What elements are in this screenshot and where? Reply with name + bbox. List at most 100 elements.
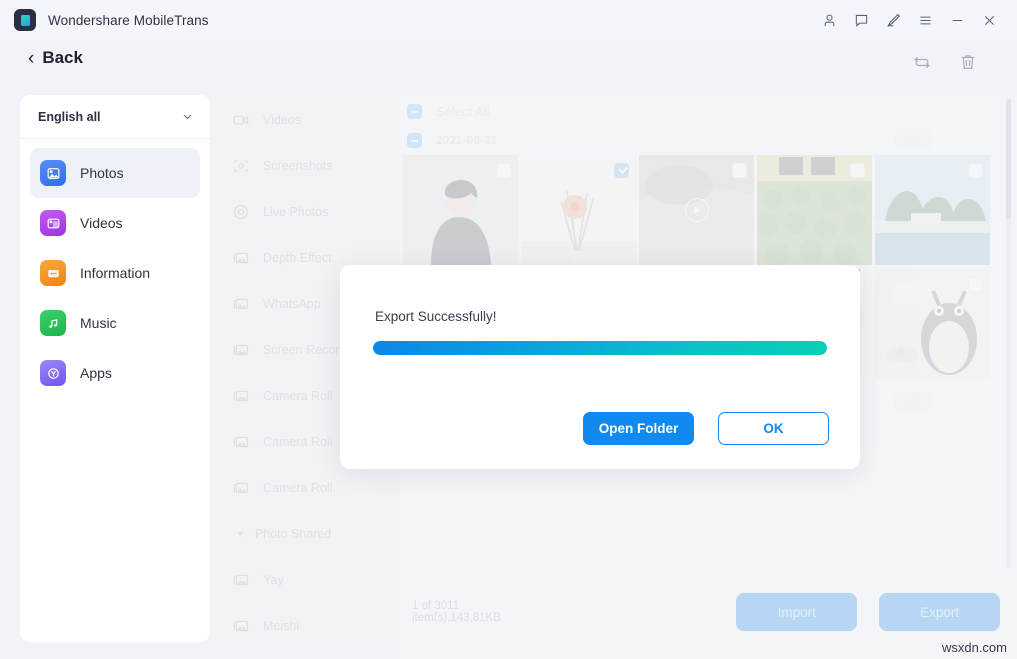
music-icon xyxy=(40,310,66,336)
photo-stack-icon xyxy=(232,617,250,635)
live-photo-icon xyxy=(232,203,250,221)
category-label: Videos xyxy=(263,113,301,127)
title-bar: Wondershare MobileTrans xyxy=(0,0,1017,40)
dialog-actions: Open Folder OK xyxy=(583,412,829,445)
play-icon xyxy=(685,198,709,222)
category-label: Photo Shared xyxy=(255,527,331,541)
thumb-checkbox[interactable] xyxy=(614,163,629,178)
date-group-checkbox[interactable] xyxy=(407,133,422,148)
photo-stack-icon xyxy=(232,479,250,497)
photo-stack-icon xyxy=(232,387,250,405)
sidebar-item-apps[interactable]: Apps xyxy=(30,348,200,398)
back-label: Back xyxy=(42,48,83,68)
thumb-checkbox[interactable] xyxy=(850,163,865,178)
caret-down-icon: ▼ xyxy=(236,530,245,539)
category-label: WhatsApp xyxy=(263,297,321,311)
category-label: Depth Effect xyxy=(263,251,332,265)
feedback-icon[interactable] xyxy=(845,4,877,36)
thumb-garden[interactable] xyxy=(757,155,872,265)
count-badge: 5 xyxy=(894,129,932,150)
category-group-photo-shared[interactable]: ▼ Photo Shared xyxy=(210,511,400,557)
video-camera-icon xyxy=(232,111,250,129)
progress-bar-track xyxy=(373,341,827,355)
thumb-checkbox[interactable] xyxy=(968,277,983,292)
category-item-yay[interactable]: Yay xyxy=(210,557,400,603)
edit-icon[interactable] xyxy=(877,4,909,36)
date-group-header[interactable]: 2021-08-31 5 xyxy=(400,125,1017,155)
sidebar-item-videos[interactable]: Videos xyxy=(30,198,200,248)
thumb-checkbox[interactable] xyxy=(496,163,511,178)
progress-bar-fill xyxy=(373,341,827,355)
information-icon xyxy=(40,260,66,286)
sidebar-item-photos[interactable]: Photos xyxy=(30,148,200,198)
sidebar-item-label: Music xyxy=(80,315,117,331)
thumb-palm-beach[interactable] xyxy=(875,155,990,265)
delete-icon[interactable] xyxy=(957,51,979,73)
category-label: Live Photos xyxy=(263,205,328,219)
photo-stack-icon xyxy=(232,249,250,267)
screenshot-icon xyxy=(232,157,250,175)
minimize-button[interactable] xyxy=(941,4,973,36)
footer-bar: 1 of 3011 item(s),143.81KB Import Export xyxy=(400,582,1000,642)
videos-icon xyxy=(40,210,66,236)
chevron-left-icon: ‹ xyxy=(28,49,34,68)
sidebar-item-information[interactable]: Information xyxy=(30,248,200,298)
photo-stack-icon xyxy=(232,295,250,313)
category-label: Meishi xyxy=(263,619,299,633)
sidebar-item-label: Apps xyxy=(80,365,112,381)
content-toolbar xyxy=(911,51,979,73)
date-group-label: 2021-08-31 xyxy=(436,133,497,147)
category-label: Screenshots xyxy=(263,159,332,173)
category-item-camera-roll-3[interactable]: Camera Roll xyxy=(210,465,400,511)
app-title: Wondershare MobileTrans xyxy=(48,13,209,28)
thumb-flowers[interactable] xyxy=(521,155,636,265)
thumb-person[interactable] xyxy=(403,155,518,265)
category-item-screenshots[interactable]: Screenshots xyxy=(210,143,400,189)
dialog-message: Export Successfully! xyxy=(375,309,497,324)
export-button[interactable]: Export xyxy=(879,593,1000,631)
language-selector[interactable]: English all xyxy=(20,95,210,139)
vertical-scrollbar[interactable] xyxy=(1006,99,1011,569)
sidebar-item-label: Videos xyxy=(80,215,123,231)
sub-header: ‹ Back xyxy=(0,40,1017,88)
category-label: Camera Roll xyxy=(263,435,332,449)
left-sidebar: English all Photos Videos Information xyxy=(20,95,210,642)
open-folder-button[interactable]: Open Folder xyxy=(583,412,694,445)
refresh-icon[interactable] xyxy=(911,51,933,73)
category-item-meishi[interactable]: Meishi xyxy=(210,603,400,642)
watermark: wsxdn.com xyxy=(942,640,1007,655)
mobiletrans-logo-icon xyxy=(14,9,36,31)
language-label: English all xyxy=(38,110,101,124)
sidebar-item-music[interactable]: Music xyxy=(30,298,200,348)
sidebar-item-label: Photos xyxy=(80,165,124,181)
photo-stack-icon xyxy=(232,433,250,451)
thumb-checkbox[interactable] xyxy=(968,163,983,178)
chevron-down-icon xyxy=(181,110,194,123)
thumb-checkbox[interactable] xyxy=(732,163,747,178)
photo-stack-icon xyxy=(232,571,250,589)
close-button[interactable] xyxy=(973,4,1005,36)
category-label: Yay xyxy=(263,573,284,587)
count-badge-mid: 5 xyxy=(893,282,931,303)
export-success-dialog: Export Successfully! Open Folder OK xyxy=(340,265,860,469)
select-all-label: Select All xyxy=(436,104,489,119)
thumb-video-clip[interactable] xyxy=(639,155,754,265)
category-label: Camera Roll xyxy=(263,481,332,495)
select-all-checkbox[interactable] xyxy=(407,104,422,119)
sidebar-nav: Photos Videos Information Music Apps xyxy=(20,139,210,398)
titlebar-actions xyxy=(813,0,1017,40)
photos-icon xyxy=(40,160,66,186)
import-button[interactable]: Import xyxy=(736,593,857,631)
sidebar-item-label: Information xyxy=(80,265,150,281)
menu-icon[interactable] xyxy=(909,4,941,36)
selection-info: 1 of 3011 item(s),143.81KB xyxy=(412,600,513,624)
apps-icon xyxy=(40,360,66,386)
account-icon[interactable] xyxy=(813,4,845,36)
photo-stack-icon xyxy=(232,341,250,359)
ok-button[interactable]: OK xyxy=(718,412,829,445)
select-all-row[interactable]: Select All xyxy=(400,97,1017,125)
back-button[interactable]: ‹ Back xyxy=(28,48,83,68)
category-item-live-photos[interactable]: Live Photos xyxy=(210,189,400,235)
count-badge: 5 xyxy=(894,391,932,412)
category-item-videos[interactable]: Videos xyxy=(210,97,400,143)
